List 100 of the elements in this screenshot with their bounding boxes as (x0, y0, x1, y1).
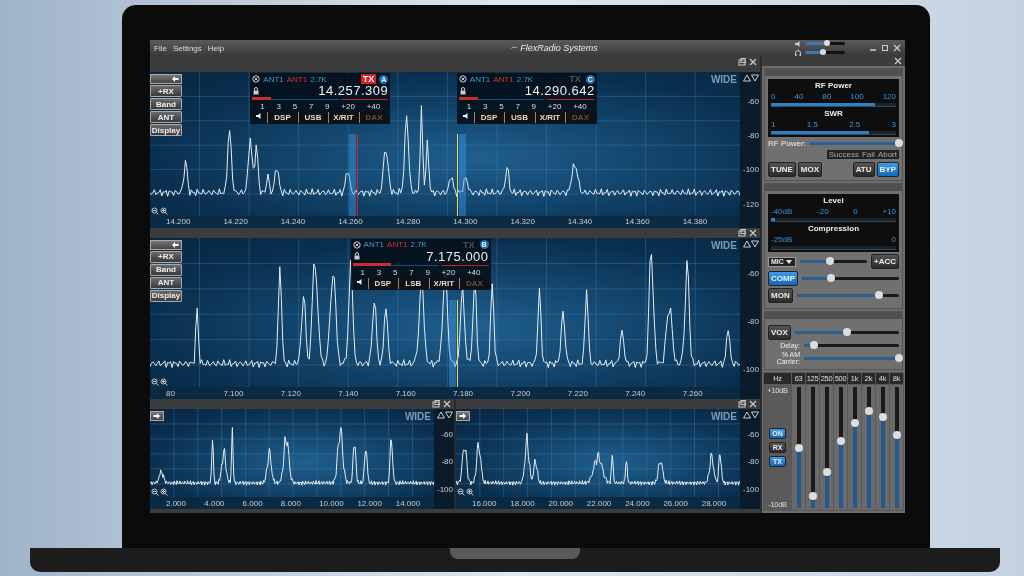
slider-thumb[interactable] (864, 407, 873, 416)
panadapter-button[interactable]: Display (150, 124, 182, 136)
tx-button[interactable]: BYP (876, 162, 899, 177)
close-icon[interactable] (352, 240, 361, 249)
filter-width[interactable]: 2.7K (410, 240, 427, 249)
slice-button[interactable]: DSP (473, 112, 504, 123)
close-icon[interactable] (749, 228, 757, 237)
undock-icon[interactable] (432, 400, 440, 408)
frequency-display[interactable]: 7.175.000 (426, 249, 489, 263)
filter-width[interactable]: 2.7K (310, 74, 327, 84)
filter-passband[interactable] (458, 134, 466, 216)
toggle-button[interactable]: COMP (768, 271, 798, 286)
close-icon[interactable] (252, 75, 261, 83)
slice-button[interactable]: USB (297, 112, 328, 123)
zoom-out-icon[interactable] (151, 488, 159, 496)
close-icon[interactable] (894, 57, 902, 65)
down-triangle-icon[interactable] (751, 411, 759, 419)
tx-antenna[interactable]: ANT1 (387, 240, 408, 249)
tune-line[interactable] (456, 134, 458, 216)
lock-icon[interactable] (252, 86, 261, 95)
maximize-icon[interactable] (881, 44, 889, 52)
panadapter-button[interactable]: Display (150, 289, 182, 302)
slider[interactable] (802, 277, 899, 280)
frequency-display[interactable]: 14.290.642 (524, 84, 595, 97)
slider-thumb[interactable] (878, 413, 887, 422)
slice-button[interactable]: USB (504, 112, 534, 123)
panadapter-button[interactable]: ANT (150, 111, 182, 123)
slider-thumb[interactable] (826, 257, 835, 265)
filter-passband[interactable] (448, 299, 456, 387)
slice-button[interactable]: DSP (367, 277, 398, 289)
zoom-in-icon[interactable] (160, 206, 168, 215)
spectrum-plot[interactable]: WIDE (150, 409, 434, 497)
headphone-slider[interactable] (805, 51, 845, 54)
rx-antenna[interactable]: ANT1 (469, 74, 491, 84)
eq-slider[interactable] (866, 387, 871, 508)
undock-icon[interactable] (738, 400, 746, 408)
slider-thumb[interactable] (842, 328, 851, 336)
down-triangle-icon[interactable] (751, 239, 759, 248)
filter-width[interactable]: 2.7K (516, 74, 534, 84)
slider-thumb[interactable] (809, 341, 818, 349)
down-triangle-icon[interactable] (751, 74, 759, 82)
rx-antenna[interactable]: ANT1 (363, 240, 385, 249)
close-icon[interactable] (443, 400, 451, 408)
slice-button[interactable]: X/RIT (428, 277, 459, 289)
slider-thumb[interactable] (895, 139, 903, 147)
up-triangle-icon[interactable] (743, 74, 751, 82)
tx-antenna[interactable]: ANT1 (286, 74, 308, 84)
frequency-display[interactable]: 14.257.309 (318, 84, 389, 97)
lock-icon[interactable] (352, 252, 361, 260)
zoom-out-icon[interactable] (151, 378, 159, 386)
menu-item[interactable]: File (154, 43, 167, 53)
slider[interactable] (796, 294, 899, 297)
eq-slider[interactable] (796, 387, 801, 508)
volume-slider[interactable] (805, 42, 845, 45)
eq-slider[interactable] (838, 387, 843, 508)
eq-slider[interactable] (852, 387, 857, 508)
undock-icon[interactable] (738, 228, 746, 237)
panadapter-button[interactable]: ANT (150, 276, 182, 289)
up-triangle-icon[interactable] (743, 239, 751, 248)
slider-thumb[interactable] (874, 291, 883, 299)
zoom-out-icon[interactable] (457, 488, 465, 496)
down-triangle-icon[interactable] (445, 411, 453, 419)
toggle-button[interactable]: MON (768, 288, 793, 303)
undock-icon[interactable] (738, 58, 746, 66)
close-icon[interactable] (893, 44, 901, 52)
left-arrow-icon[interactable] (171, 75, 179, 83)
menu-item[interactable]: Settings (172, 43, 202, 53)
up-triangle-icon[interactable] (437, 411, 445, 419)
eq-slider[interactable] (824, 387, 829, 508)
slider-thumb[interactable] (808, 491, 817, 500)
tune-line[interactable] (456, 299, 458, 387)
slider[interactable] (804, 344, 899, 347)
slider-thumb[interactable] (822, 467, 831, 476)
menu-item[interactable]: Help (207, 43, 225, 53)
slider-thumb[interactable] (824, 40, 830, 46)
slice-button[interactable]: X/RIT (328, 112, 358, 123)
spectrum-plot[interactable]: WIDE (456, 409, 740, 497)
filter-passband[interactable] (348, 134, 356, 216)
panadapter-button[interactable]: Band (150, 98, 182, 110)
caret-icon[interactable] (784, 257, 793, 266)
acc-button[interactable]: +ACC (871, 254, 899, 269)
slider-thumb[interactable] (895, 353, 903, 362)
eq-slider[interactable] (894, 387, 899, 508)
slice-button[interactable]: X/RIT (534, 112, 565, 123)
close-icon[interactable] (749, 400, 757, 408)
eq-slider[interactable] (880, 387, 885, 508)
slider-thumb[interactable] (827, 274, 836, 282)
lock-icon[interactable] (458, 86, 467, 95)
tx-toggle[interactable]: TX (360, 74, 377, 84)
slider-thumb[interactable] (836, 437, 845, 446)
slider-thumb[interactable] (820, 49, 826, 55)
up-triangle-icon[interactable] (743, 411, 751, 419)
tx-antenna[interactable]: ANT1 (493, 74, 514, 84)
left-arrow-icon[interactable] (171, 240, 179, 249)
panadapter-button[interactable]: Band (150, 263, 182, 276)
slider[interactable] (794, 331, 899, 334)
zoom-in-icon[interactable] (466, 488, 474, 496)
panadapter-button[interactable]: +RX (150, 85, 182, 97)
eq-slider[interactable] (810, 387, 815, 508)
slider-thumb[interactable] (850, 419, 859, 428)
